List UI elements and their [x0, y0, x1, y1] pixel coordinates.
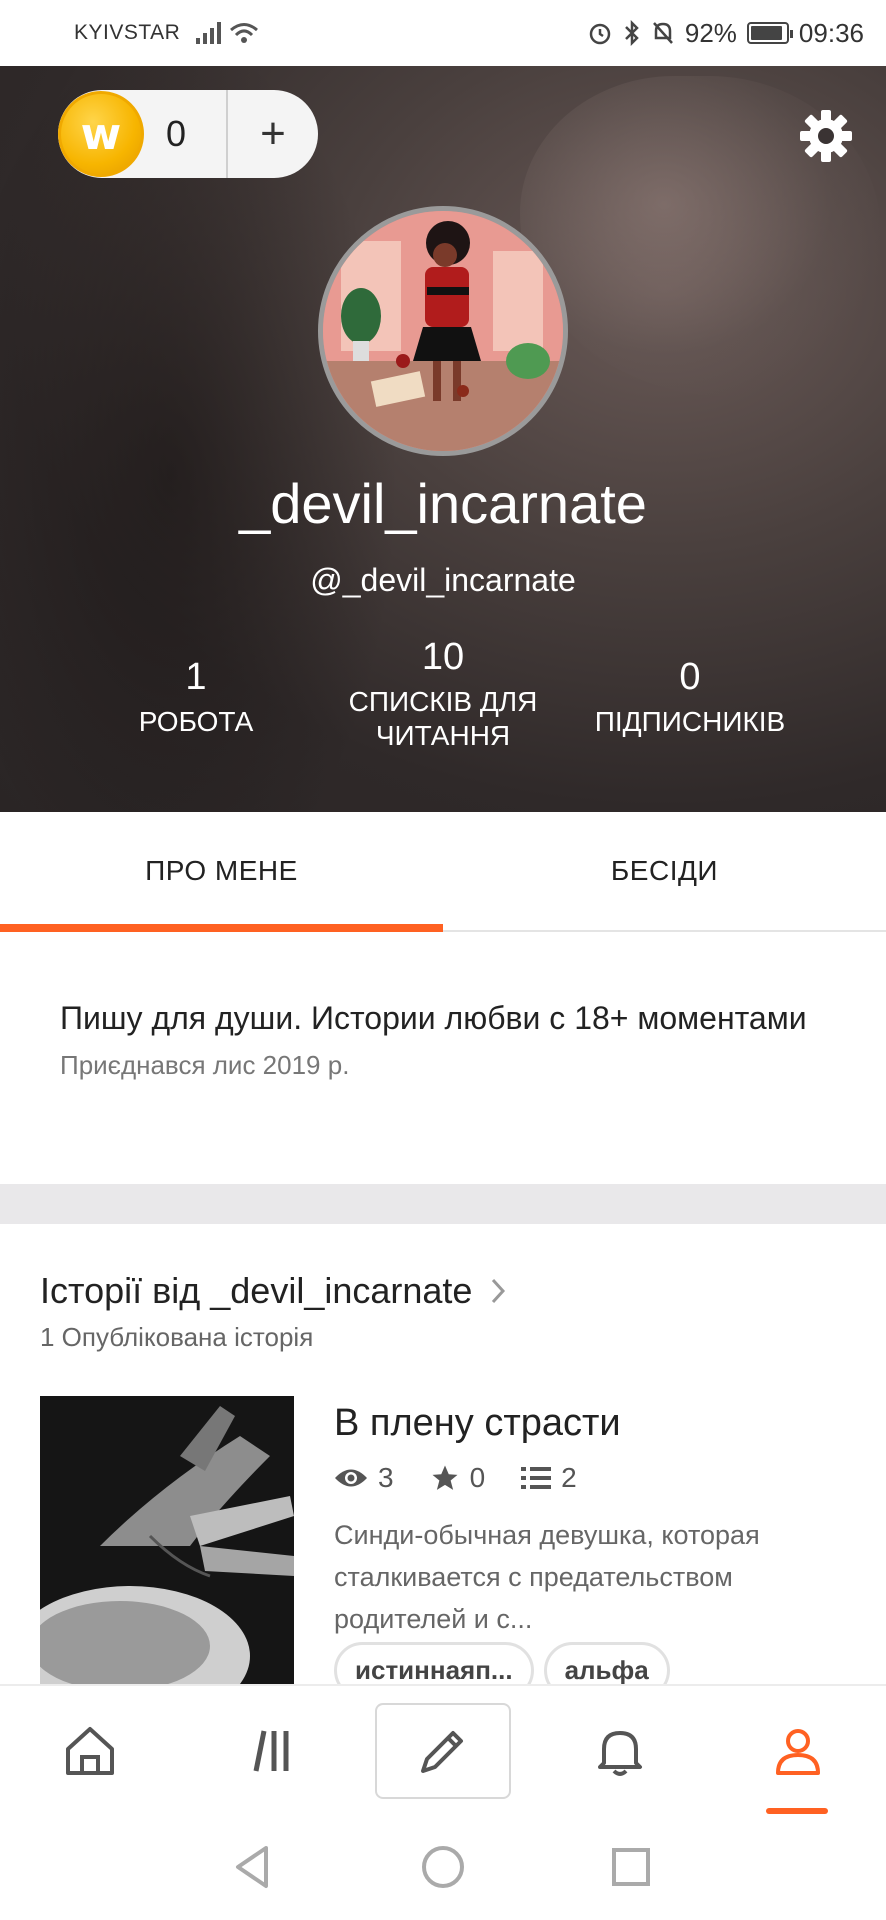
nav-home[interactable] — [30, 1686, 150, 1816]
vote-count: 0 — [469, 1462, 486, 1493]
about-section: Пишу для души. Истории любви с 18+ момен… — [0, 934, 886, 1184]
status-bar: KYIVSTAR 92% 09:36 — [0, 0, 886, 66]
profile-tabs: ПРО МЕНЕ БЕСІДИ — [0, 812, 886, 932]
coin-count: 0 — [166, 113, 187, 154]
tag-chip[interactable]: истиннаяп... — [334, 1642, 534, 1684]
library-icon — [253, 1730, 289, 1772]
recents-icon[interactable] — [604, 1840, 658, 1894]
story-stats: 3 0 2 — [334, 1462, 603, 1494]
avatar[interactable] — [318, 206, 568, 456]
carrier-name: KYIVSTAR — [74, 21, 181, 44]
back-icon[interactable] — [226, 1840, 280, 1894]
nav-profile[interactable] — [738, 1686, 858, 1816]
profile-header: w 0 + _devil_incarnate @_devil_incarnate… — [0, 66, 886, 812]
nav-library[interactable] — [208, 1686, 328, 1816]
home-circle-icon[interactable] — [416, 1840, 470, 1894]
battery-icon — [746, 22, 793, 44]
coin-wallet[interactable]: w 0 + — [58, 90, 318, 178]
star-icon — [432, 1465, 458, 1490]
mute-icon — [652, 22, 673, 44]
add-coins-button[interactable]: + — [228, 90, 318, 178]
story-description: Синди-обычная девушка, которая сталкивае… — [334, 1520, 760, 1634]
story-cover[interactable] — [40, 1396, 294, 1684]
pencil-icon — [421, 1731, 463, 1773]
avatar-illustration — [323, 211, 563, 451]
stories-header-link[interactable]: Історії від _devil_incarnate — [40, 1270, 506, 1312]
stat-label: ПІДПИСНИКІВ — [594, 706, 786, 737]
clock: 09:36 — [798, 17, 864, 48]
profile-handle: @_devil_incarnate — [310, 562, 576, 598]
bluetooth-icon — [624, 20, 639, 46]
tab-about-me[interactable]: ПРО МЕНЕ — [0, 812, 443, 932]
nav-notifications[interactable] — [560, 1686, 680, 1816]
profile-icon — [776, 1729, 820, 1775]
stories-section: Історії від _devil_incarnate 1 Опубліков… — [0, 1224, 886, 1684]
section-divider — [0, 1184, 886, 1224]
stat-followers[interactable]: 0 ПІДПИСНИКІВ — [560, 656, 820, 739]
part-count: 2 — [561, 1462, 577, 1493]
bell-icon — [598, 1731, 642, 1776]
profile-bio: Пишу для души. Истории любви с 18+ момен… — [60, 1000, 807, 1036]
eye-icon — [335, 1469, 367, 1487]
bottom-navigation — [0, 1684, 886, 1814]
battery-percent: 92% — [684, 17, 737, 48]
stat-reading-lists[interactable]: 10 СПИСКІВ ДЛЯ ЧИТАННЯ — [313, 636, 573, 753]
list-icon — [521, 1467, 552, 1489]
read-count: 3 — [378, 1462, 394, 1493]
stories-title: Історії від _devil_incarnate — [40, 1270, 473, 1311]
tag-chip[interactable]: альфа — [543, 1642, 670, 1684]
stat-label: РОБОТА — [138, 706, 254, 737]
home-icon — [66, 1727, 114, 1775]
signal-icon — [196, 22, 222, 44]
joined-date: Приєднався лис 2019 р. — [60, 1050, 350, 1080]
story-cover-image — [40, 1396, 294, 1684]
alarm-icon — [589, 23, 611, 45]
wifi-icon — [230, 23, 259, 43]
system-navigation-bar — [0, 1814, 886, 1920]
nav-write[interactable] — [374, 1686, 512, 1816]
stat-value: 10 — [421, 636, 465, 678]
story-title[interactable]: В плену страсти — [334, 1402, 621, 1445]
settings-gear-icon[interactable] — [798, 108, 854, 164]
coin-icon: w — [58, 91, 144, 177]
profile-display-name: _devil_incarnate — [239, 472, 647, 535]
stat-value: 1 — [185, 656, 207, 698]
published-stories-count: 1 Опублікована історія — [40, 1322, 314, 1352]
stat-value: 0 — [679, 656, 701, 698]
stat-label: СПИСКІВ ДЛЯ ЧИТАННЯ — [348, 686, 538, 751]
story-tags: истиннаяп... альфа — [334, 1642, 670, 1684]
chevron-right-icon — [492, 1278, 506, 1304]
tab-conversations[interactable]: БЕСІДИ — [443, 812, 886, 930]
stat-works[interactable]: 1 РОБОТА — [66, 656, 326, 739]
